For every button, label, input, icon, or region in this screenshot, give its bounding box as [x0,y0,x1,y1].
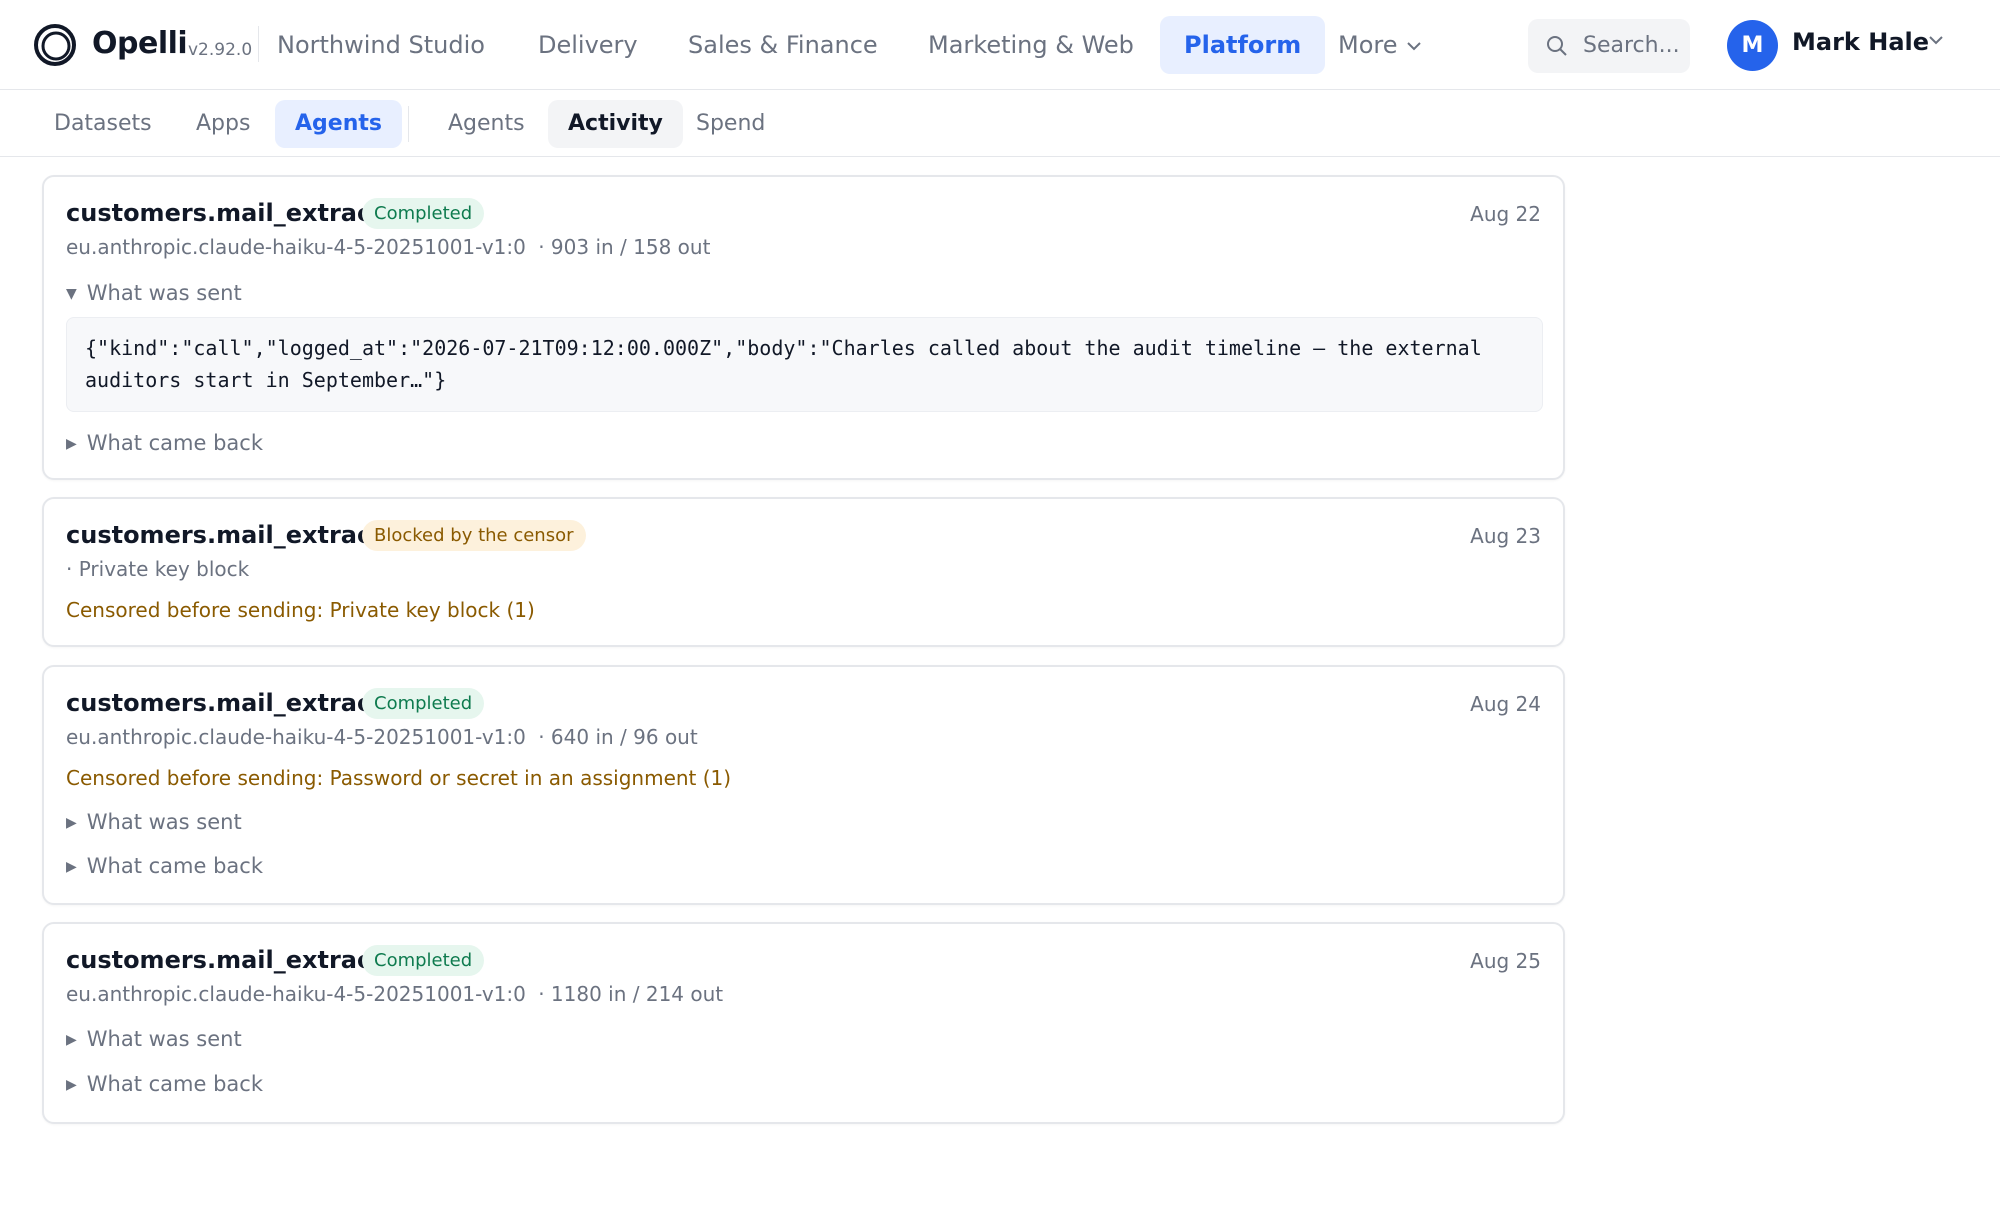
toggle-label: What was sent [86,281,242,305]
nav-more-label: More [1338,31,1398,59]
nav-item-marketing-web[interactable]: Marketing & Web [904,16,1158,74]
activity-title: customers.mail_extract [66,689,383,717]
app-version: v2.92.0 [188,40,253,60]
activity-title: customers.mail_extract [66,199,383,227]
token-count: · 903 in / 158 out [538,235,711,259]
status-badge: Completed [362,198,485,229]
nav-item-more[interactable]: More [1314,16,1446,74]
activity-card: customers.mail_extract Completed Aug 25 … [42,922,1565,1124]
caret-right-icon: ▶ [66,859,77,875]
status-badge: Completed [362,945,485,976]
caret-right-icon: ▶ [66,1032,77,1048]
nav-item-sales-finance[interactable]: Sales & Finance [664,16,902,74]
toggle-label: What was sent [86,1027,242,1051]
token-count: · 1180 in / 214 out [538,982,724,1006]
toggle-label: What was sent [86,810,242,834]
caret-right-icon: ▶ [66,815,77,831]
sent-payload: {"kind":"call","logged_at":"2026-07-21T0… [66,317,1543,412]
nav-item-northwind-studio[interactable]: Northwind Studio [253,16,509,74]
tab-spend[interactable]: Spend [676,100,785,148]
activity-meta: · Private key block [66,557,250,581]
activity-date: Aug 22 [1470,202,1541,226]
sub-nav-bar: Datasets Apps Agents Agents Activity Spe… [0,91,2000,157]
censor-notice: Censored before sending: Private key blo… [66,598,535,622]
activity-date: Aug 23 [1470,524,1541,548]
model-name: eu.anthropic.claude-haiku-4-5-20251001-v… [66,982,526,1006]
activity-card: customers.mail_extract Completed Aug 24 … [42,665,1565,905]
search-icon [1547,36,1567,56]
sub-nav-divider [408,106,409,142]
search-placeholder: Search... [1583,33,1680,58]
tab-datasets[interactable]: Datasets [34,100,172,148]
token-count: · 640 in / 96 out [538,725,698,749]
status-badge: Blocked by the censor [362,520,586,551]
tab-activity[interactable]: Activity [548,100,683,148]
avatar[interactable]: M [1727,20,1778,71]
activity-date: Aug 24 [1470,692,1541,716]
what-was-sent-toggle[interactable]: ▶ What was sent [66,1027,242,1051]
what-came-back-toggle[interactable]: ▶ What came back [66,431,263,455]
chevron-down-icon[interactable] [1928,35,1944,45]
activity-card: customers.mail_extract Blocked by the ce… [42,497,1565,647]
activity-card: customers.mail_extract Completed Aug 22 … [42,175,1565,480]
activity-date: Aug 25 [1470,949,1541,973]
status-badge: Completed [362,688,485,719]
activity-meta: eu.anthropic.claude-haiku-4-5-20251001-v… [66,725,698,749]
what-came-back-toggle[interactable]: ▶ What came back [66,1072,263,1096]
ring-logo-icon[interactable] [33,23,77,67]
top-nav-bar: Opelli v2.92.0 Northwind Studio Delivery… [0,0,2000,90]
caret-right-icon: ▶ [66,436,77,452]
toggle-label: What came back [86,1072,264,1096]
user-name[interactable]: Mark Hale [1792,28,1929,56]
search-input[interactable]: Search... [1528,19,1690,73]
censor-notice: Censored before sending: Password or sec… [66,766,732,790]
caret-right-icon: ▶ [66,1077,77,1093]
what-was-sent-toggle[interactable]: ▶ What was sent [66,810,242,834]
activity-title: customers.mail_extract [66,946,383,974]
model-name: eu.anthropic.claude-haiku-4-5-20251001-v… [66,235,526,259]
tab-apps[interactable]: Apps [176,100,270,148]
tab-agents[interactable]: Agents [275,100,402,148]
caret-down-icon: ▼ [66,286,77,302]
chevron-down-icon [1406,42,1421,51]
activity-meta: eu.anthropic.claude-haiku-4-5-20251001-v… [66,982,723,1006]
activity-meta: eu.anthropic.claude-haiku-4-5-20251001-v… [66,235,710,259]
brand-name[interactable]: Opelli [92,26,188,61]
nav-item-platform[interactable]: Platform [1160,16,1326,74]
what-was-sent-toggle[interactable]: ▼ What was sent [66,281,242,305]
model-name: eu.anthropic.claude-haiku-4-5-20251001-v… [66,725,526,749]
what-came-back-toggle[interactable]: ▶ What came back [66,854,263,878]
activity-title: customers.mail_extract [66,521,383,549]
tab-agents-list[interactable]: Agents [428,100,545,148]
toggle-label: What came back [86,854,264,878]
toggle-label: What came back [86,431,264,455]
nav-item-delivery[interactable]: Delivery [514,16,662,74]
